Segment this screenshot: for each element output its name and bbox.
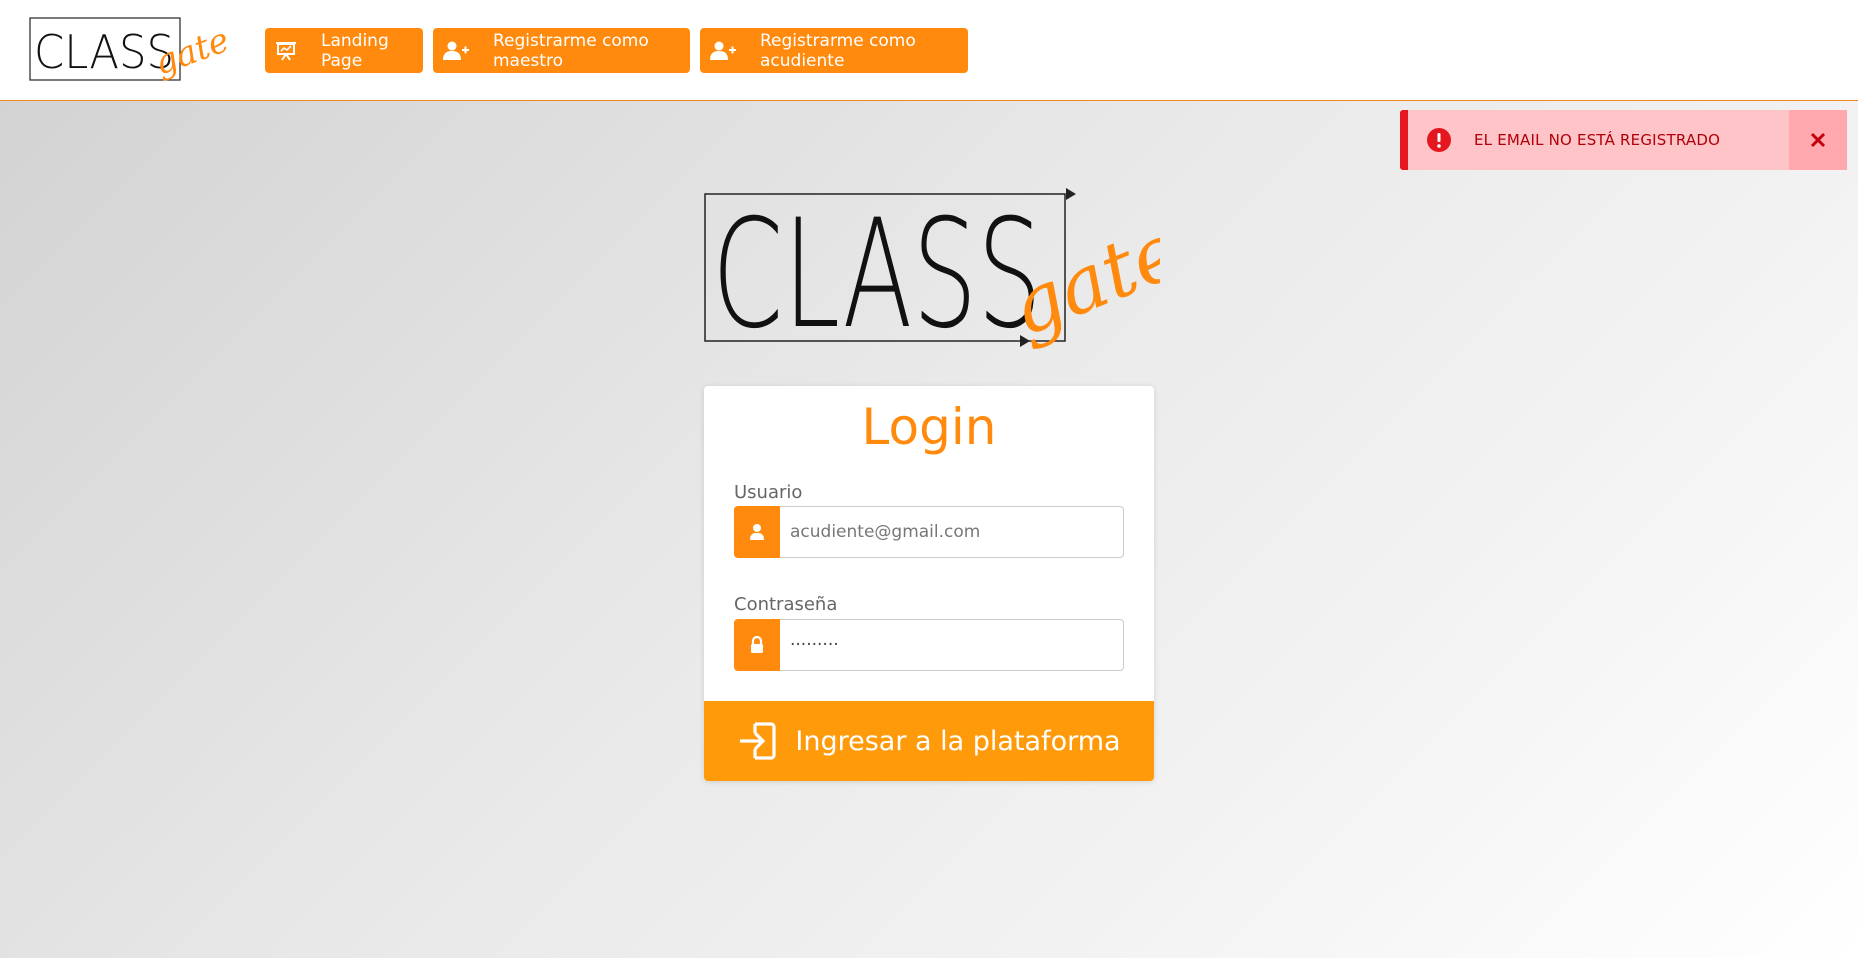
user-input-group [734, 506, 1124, 558]
password-label: Contraseña [734, 594, 838, 615]
exclamation-circle-icon [1427, 128, 1451, 152]
register-guardian-button[interactable]: Registrarme como acudiente [700, 28, 968, 73]
register-teacher-label: Registrarme como maestro [493, 30, 649, 71]
register-guardian-label: Registrarme como acudiente [760, 30, 916, 71]
login-card: Login Usuario Contraseña Ingresar a la p… [704, 386, 1154, 781]
user-email-input[interactable] [780, 506, 1124, 558]
landing-page-label: Landing Page [321, 30, 389, 71]
login-submit-label: Ingresar a la plataforma [795, 725, 1121, 757]
landing-page-button[interactable]: Landing Page [265, 28, 423, 73]
password-input[interactable] [780, 619, 1124, 671]
alert-message: EL EMAIL NO ESTÁ REGISTRADO [1474, 131, 1721, 149]
top-navbar: CLASS gate Landing Page Registrarme como… [0, 0, 1858, 101]
svg-text:CLASS: CLASS [712, 188, 1042, 360]
classgate-logo-large: CLASS gate [704, 188, 1160, 360]
user-plus-icon [443, 40, 469, 62]
password-input-group [734, 619, 1124, 671]
login-submit-button[interactable]: Ingresar a la plataforma [704, 701, 1154, 781]
user-icon [734, 506, 780, 558]
login-title: Login [861, 398, 997, 456]
error-alert: EL EMAIL NO ESTÁ REGISTRADO [1400, 110, 1847, 170]
presentation-icon [275, 40, 297, 62]
classgate-logo[interactable]: CLASS gate [28, 10, 233, 92]
alert-close-button[interactable] [1789, 110, 1847, 170]
sign-in-icon [737, 721, 777, 761]
lock-icon [734, 619, 780, 671]
register-teacher-button[interactable]: Registrarme como maestro [433, 28, 690, 73]
close-icon [1810, 132, 1826, 148]
user-plus-icon [710, 40, 736, 62]
user-label: Usuario [734, 482, 803, 503]
